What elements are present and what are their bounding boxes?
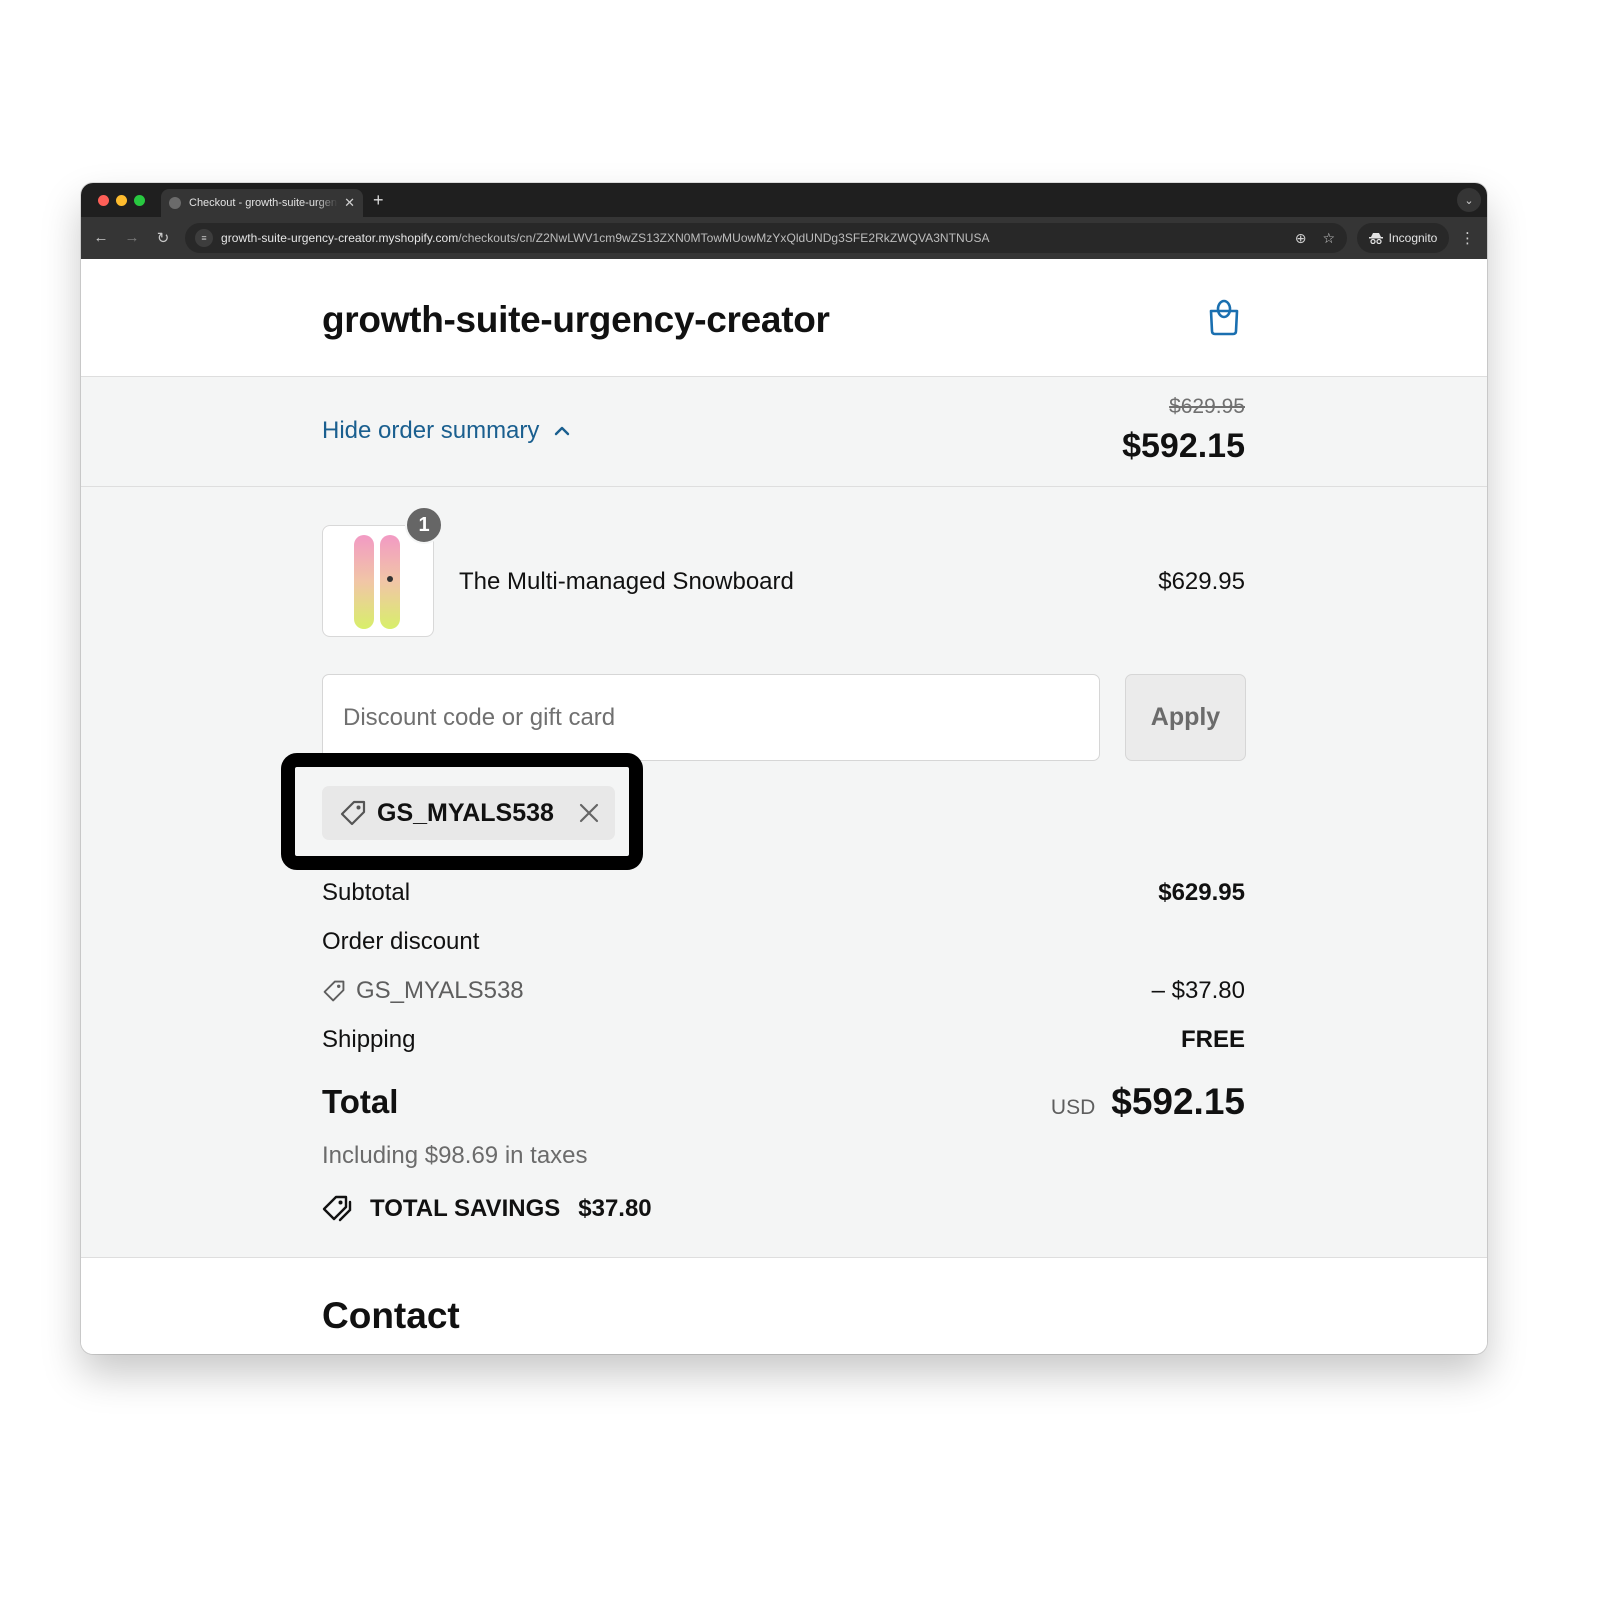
shipping-label: Shipping — [322, 1026, 416, 1053]
current-price: $592.15 — [1122, 427, 1245, 465]
chevron-up-icon — [555, 426, 570, 436]
hide-order-summary-link[interactable]: Hide order summary — [322, 417, 571, 445]
window-controls — [98, 195, 145, 206]
tag-icon — [340, 800, 366, 826]
incognito-indicator[interactable]: Incognito — [1357, 223, 1449, 253]
savings-label: TOTAL SAVINGS — [370, 1195, 561, 1222]
incognito-label: Incognito — [1388, 231, 1438, 245]
tab-close-icon[interactable]: ✕ — [344, 195, 355, 211]
total-row: Total USD $592.15 — [322, 1081, 1245, 1123]
product-price: $629.95 — [1158, 568, 1245, 595]
tab-search-button[interactable]: ⌄ — [1457, 188, 1481, 212]
apply-discount-button[interactable]: Apply — [1125, 674, 1246, 761]
quantity-badge: 1 — [405, 506, 443, 544]
taxes-note: Including $98.69 in taxes — [322, 1142, 588, 1169]
discount-code-input[interactable] — [322, 674, 1100, 761]
product-name: The Multi-managed Snowboard — [459, 568, 794, 595]
order-summary: 1 The Multi-managed Snowboard $629.95 Ap… — [81, 487, 1487, 1258]
discount-amount: – $37.80 — [1151, 977, 1245, 1004]
total-amount: $592.15 — [1111, 1081, 1245, 1122]
checkout-header: growth-suite-urgency-creator — [81, 259, 1487, 377]
applied-code-label: GS_MYALS538 — [377, 798, 554, 827]
shipping-row: Shipping FREE — [322, 1026, 1245, 1054]
minimize-window-button[interactable] — [116, 195, 127, 206]
contact-heading: Contact — [322, 1295, 460, 1336]
browser-window: Checkout - growth-suite-urgency-creator … — [81, 183, 1487, 1354]
total-label: Total — [322, 1083, 399, 1120]
tag-icon — [323, 980, 345, 1002]
tab-checkout[interactable]: Checkout - growth-suite-urgency-creator … — [161, 189, 363, 217]
new-tab-button[interactable]: + — [373, 190, 384, 210]
url-host: growth-suite-urgency-creator.myshopify.c… — [221, 231, 459, 245]
snowboard-image — [354, 535, 400, 629]
incognito-icon — [1368, 233, 1383, 244]
bookmark-star-icon[interactable]: ☆ — [1322, 230, 1335, 247]
shipping-value: FREE — [1180, 1026, 1245, 1053]
forward-button[interactable]: → — [117, 229, 147, 247]
toggle-label: Hide order summary — [322, 417, 540, 444]
discount-code-row: GS_MYALS538 – $37.80 — [322, 977, 1245, 1005]
original-price: $629.95 — [1169, 395, 1245, 418]
browser-toolbar: ← → ↻ ≡ growth-suite-urgency-creator.mys… — [81, 217, 1487, 259]
order-summary-toggle-bar: Hide order summary $629.95 $592.15 — [81, 377, 1487, 487]
discount-code-label: GS_MYALS538 — [356, 977, 524, 1004]
savings-tag-icon — [322, 1195, 352, 1222]
globe-icon — [169, 197, 181, 209]
site-settings-icon[interactable]: ≡ — [195, 229, 213, 247]
reload-button[interactable]: ↻ — [148, 229, 178, 247]
order-discount-label: Order discount — [322, 928, 480, 955]
url-text[interactable]: growth-suite-urgency-creator.myshopify.c… — [221, 231, 990, 245]
applied-discount-chip: GS_MYALS538 — [322, 786, 615, 840]
total-savings: TOTAL SAVINGS $37.80 — [322, 1194, 652, 1224]
remove-discount-icon[interactable] — [578, 802, 600, 824]
subtotal-row: Subtotal $629.95 — [322, 879, 1245, 907]
order-discount-row: Order discount — [322, 928, 1245, 956]
subtotal-value: $629.95 — [1158, 879, 1245, 906]
shopping-bag-icon[interactable] — [1207, 297, 1241, 337]
checkout-page: growth-suite-urgency-creator Hide order … — [81, 259, 1487, 1354]
maximize-window-button[interactable] — [134, 195, 145, 206]
address-bar[interactable]: ≡ growth-suite-urgency-creator.myshopify… — [185, 223, 1347, 253]
browser-menu-icon[interactable]: ⋮ — [1460, 229, 1475, 247]
subtotal-label: Subtotal — [322, 879, 411, 906]
back-button[interactable]: ← — [86, 229, 116, 247]
zoom-icon[interactable]: ⊕ — [1295, 230, 1307, 247]
tab-title: Checkout - growth-suite-urgency-creator — [189, 197, 338, 209]
tab-strip: Checkout - growth-suite-urgency-creator … — [81, 183, 1487, 217]
url-path: /checkouts/cn/Z2NwLWV1cm9wZS13ZXN0MTowMU… — [458, 231, 990, 245]
close-window-button[interactable] — [98, 195, 109, 206]
currency-code: USD — [1050, 1096, 1096, 1119]
savings-amount: $37.80 — [578, 1195, 652, 1222]
shop-name[interactable]: growth-suite-urgency-creator — [322, 299, 830, 341]
